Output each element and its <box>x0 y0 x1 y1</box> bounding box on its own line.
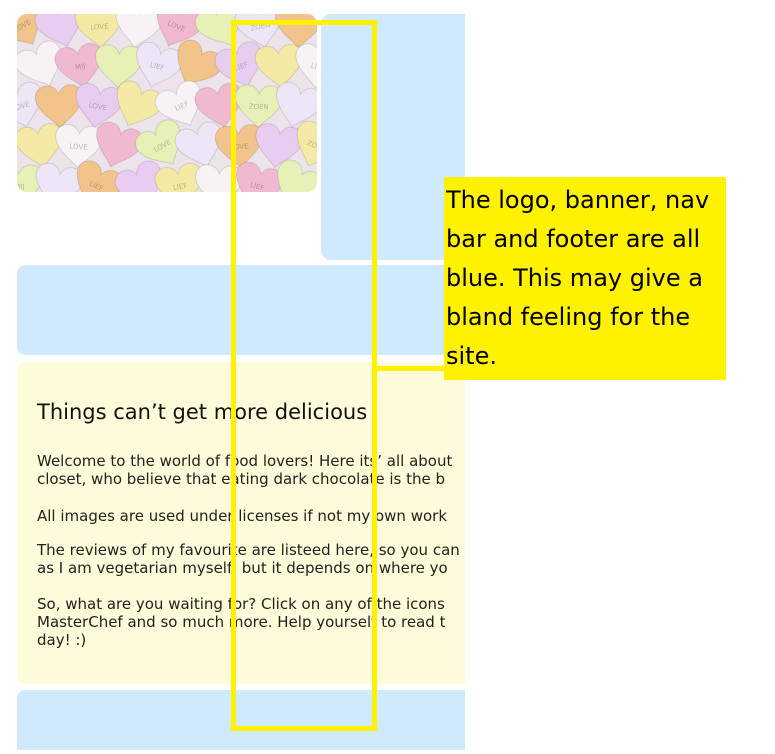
annotation-connector-line <box>372 366 444 371</box>
annotation-note-text: The logo, banner, nav bar and footer are… <box>446 186 710 370</box>
svg-text:LOVE: LOVE <box>69 142 88 151</box>
svg-text:MIJ: MIJ <box>17 183 24 191</box>
annotation-note: The logo, banner, nav bar and footer are… <box>444 177 726 380</box>
annotation-highlight-box <box>231 20 377 731</box>
svg-text:LOVE: LOVE <box>90 22 109 31</box>
candy-heart: LOVE <box>75 83 124 129</box>
